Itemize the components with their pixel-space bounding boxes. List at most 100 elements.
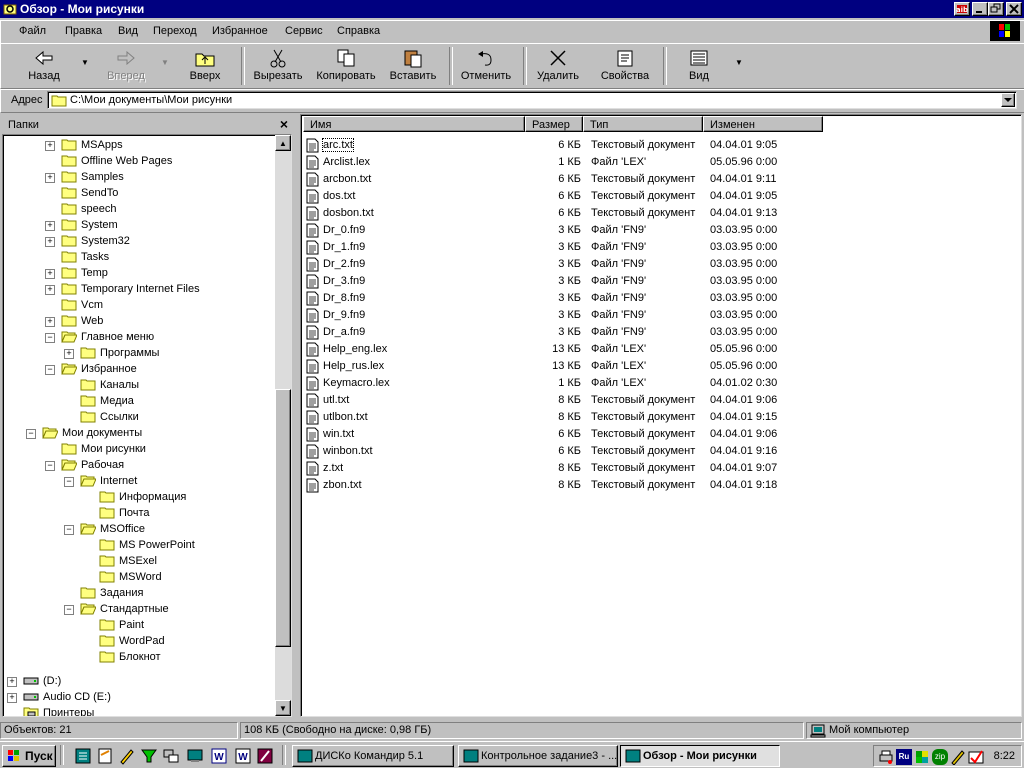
file-row[interactable]: arc.txt 6 КБ Текстовый документ 04.04.01 9:… xyxy=(303,137,1003,154)
expand-icon[interactable]: + xyxy=(45,269,55,279)
delete-button[interactable]: Удалить xyxy=(529,44,587,88)
help-button[interactable]: aib xyxy=(954,2,970,16)
menu-view[interactable]: Вид xyxy=(118,25,138,37)
expand-icon[interactable]: + xyxy=(45,285,55,295)
column-header-size[interactable]: Размер xyxy=(525,116,583,132)
file-row[interactable]: utl.txt 8 КБ Текстовый документ 04.04.01 9:… xyxy=(303,392,1003,409)
menu-favorites[interactable]: Избранное xyxy=(212,25,268,37)
properties-button[interactable]: Свойства xyxy=(593,44,657,88)
back-dropdown-icon[interactable]: ▼ xyxy=(81,58,89,67)
column-header-name[interactable]: Имя xyxy=(303,116,525,132)
minimize-button[interactable] xyxy=(972,2,988,16)
file-row[interactable]: Dr_3.fn9 3 КБ Файл 'FN9' 03.03.95 0:00 xyxy=(303,273,1003,290)
menu-go[interactable]: Переход xyxy=(153,25,197,37)
scroll-thumb[interactable] xyxy=(275,389,291,647)
file-row[interactable]: Dr_0.fn9 3 КБ Файл 'FN9' 03.03.95 0:00 xyxy=(303,222,1003,239)
quicklaunch-access-icon[interactable] xyxy=(256,747,274,765)
file-row[interactable]: zbon.txt 8 КБ Текстовый документ 04.04.01 9… xyxy=(303,477,1003,494)
address-dropdown-button[interactable] xyxy=(1001,93,1015,107)
file-row[interactable]: win.txt 6 КБ Текстовый документ 04.04.01 9:… xyxy=(303,426,1003,443)
quicklaunch-funnel-icon[interactable] xyxy=(140,747,158,765)
menu-edit[interactable]: Правка xyxy=(65,25,102,37)
tray-zip-icon[interactable]: zip xyxy=(932,749,948,765)
file-list[interactable]: Имя Размер Тип Изменен arc.txt 6 КБ Тексто… xyxy=(300,114,1022,717)
cut-button[interactable]: Вырезать xyxy=(247,44,309,88)
expand-icon[interactable]: + xyxy=(7,677,17,687)
file-row[interactable]: Help_eng.lex 13 КБ Файл 'LEX' 05.05.96 0:00 xyxy=(303,341,1003,358)
collapse-icon[interactable]: − xyxy=(64,605,74,615)
scroll-down-button[interactable]: ▼ xyxy=(275,700,291,716)
taskbar-button[interactable]: ДИСКо Командир 5.1 xyxy=(292,745,454,767)
view-button[interactable]: Вид xyxy=(673,44,725,88)
expand-icon[interactable]: + xyxy=(64,349,74,359)
tray-language-indicator[interactable]: Ru xyxy=(896,749,912,765)
quicklaunch-network-icon[interactable] xyxy=(162,747,180,765)
tree-node-label: Samples xyxy=(81,171,124,183)
taskbar-button[interactable]: Обзор - Мои рисунки xyxy=(620,745,780,767)
menu-tools[interactable]: Сервис xyxy=(285,25,323,37)
file-row[interactable]: Dr_9.fn9 3 КБ Файл 'FN9' 03.03.95 0:00 xyxy=(303,307,1003,324)
tray-puzzle-icon[interactable] xyxy=(914,749,930,765)
file-row[interactable]: arcbon.txt 6 КБ Текстовый документ 04.04.01… xyxy=(303,171,1003,188)
paste-button[interactable]: Вставить xyxy=(383,44,443,88)
file-modified: 03.03.95 0:00 xyxy=(710,309,778,321)
file-row[interactable]: Arclist.lex 1 КБ Файл 'LEX' 05.05.96 0:00 xyxy=(303,154,1003,171)
quicklaunch-pencil-icon[interactable] xyxy=(118,747,136,765)
quicklaunch-word-icon[interactable]: W xyxy=(210,747,228,765)
tree-node-label: Информация xyxy=(119,491,187,503)
copy-button[interactable]: Копировать xyxy=(313,44,379,88)
undo-button[interactable]: Отменить xyxy=(455,44,517,88)
collapse-icon[interactable]: − xyxy=(64,477,74,487)
forward-button[interactable]: Вперед xyxy=(93,44,159,88)
quicklaunch-word-doc-icon[interactable]: W xyxy=(234,747,252,765)
tray-antivirus-icon[interactable] xyxy=(968,749,984,765)
collapse-icon[interactable]: − xyxy=(64,525,74,535)
tray-printer-icon[interactable] xyxy=(878,749,894,765)
address-input[interactable]: C:\Мои документы\Мои рисунки xyxy=(47,91,1017,109)
collapse-icon[interactable]: − xyxy=(45,333,55,343)
menu-help[interactable]: Справка xyxy=(337,25,380,37)
file-row[interactable]: Dr_8.fn9 3 КБ Файл 'FN9' 03.03.95 0:00 xyxy=(303,290,1003,307)
column-header-type[interactable]: Тип xyxy=(583,116,703,132)
folder-tree[interactable]: + MSApps Offline Web Pages + Samples SendTo sp… xyxy=(2,134,292,717)
file-row[interactable]: Dr_2.fn9 3 КБ Файл 'FN9' 03.03.95 0:00 xyxy=(303,256,1003,273)
quicklaunch-notepad-icon[interactable] xyxy=(96,747,114,765)
file-row[interactable]: dosbon.txt 6 КБ Текстовый документ 04.04.01… xyxy=(303,205,1003,222)
file-name: Help_rus.lex xyxy=(323,360,385,372)
file-row[interactable]: dos.txt 6 КБ Текстовый документ 04.04.01 9:… xyxy=(303,188,1003,205)
file-row[interactable]: winbon.txt 6 КБ Текстовый документ 04.04.01… xyxy=(303,443,1003,460)
expand-icon[interactable]: + xyxy=(45,141,55,151)
file-row[interactable]: Dr_1.fn9 3 КБ Файл 'FN9' 03.03.95 0:00 xyxy=(303,239,1003,256)
taskbar-button[interactable]: Контрольное задание3 - ... xyxy=(458,745,618,767)
expand-icon[interactable]: + xyxy=(45,237,55,247)
view-dropdown-icon[interactable]: ▼ xyxy=(735,58,743,67)
menu-file[interactable]: Файл xyxy=(19,25,46,37)
quicklaunch-calc-icon[interactable] xyxy=(74,747,92,765)
file-row[interactable]: Keymacro.lex 1 КБ Файл 'LEX' 04.01.02 0:30 xyxy=(303,375,1003,392)
back-button[interactable]: Назад xyxy=(11,44,77,88)
tree-scrollbar[interactable]: ▲ ▼ xyxy=(275,135,291,716)
close-button[interactable] xyxy=(1006,2,1022,16)
start-button[interactable]: Пуск xyxy=(2,745,56,767)
close-pane-icon[interactable]: × xyxy=(280,117,288,131)
collapse-icon[interactable]: − xyxy=(45,461,55,471)
scroll-up-button[interactable]: ▲ xyxy=(275,135,291,151)
column-header-modified[interactable]: Изменен xyxy=(703,116,823,132)
file-row[interactable]: z.txt 8 КБ Текстовый документ 04.04.01 9:07 xyxy=(303,460,1003,477)
forward-dropdown-icon[interactable]: ▼ xyxy=(161,58,169,67)
tray-pencil-icon[interactable] xyxy=(950,749,966,765)
file-row[interactable]: Help_rus.lex 13 КБ Файл 'LEX' 05.05.96 0:00 xyxy=(303,358,1003,375)
collapse-icon[interactable]: − xyxy=(45,365,55,375)
file-row[interactable]: Dr_a.fn9 3 КБ Файл 'FN9' 03.03.95 0:00 xyxy=(303,324,1003,341)
expand-icon[interactable]: + xyxy=(45,317,55,327)
expand-icon[interactable]: + xyxy=(45,173,55,183)
expand-icon[interactable]: + xyxy=(45,221,55,231)
expand-icon[interactable]: + xyxy=(7,693,17,703)
collapse-icon[interactable]: − xyxy=(26,429,36,439)
restore-button[interactable] xyxy=(988,2,1004,16)
tree-node-label: MSApps xyxy=(81,139,123,151)
title-bar[interactable]: Обзор - Мои рисунки aib xyxy=(0,0,1024,18)
quicklaunch-desktop-icon[interactable] xyxy=(186,747,204,765)
file-row[interactable]: utlbon.txt 8 КБ Текстовый документ 04.04.01… xyxy=(303,409,1003,426)
up-button[interactable]: Вверх xyxy=(177,44,233,88)
